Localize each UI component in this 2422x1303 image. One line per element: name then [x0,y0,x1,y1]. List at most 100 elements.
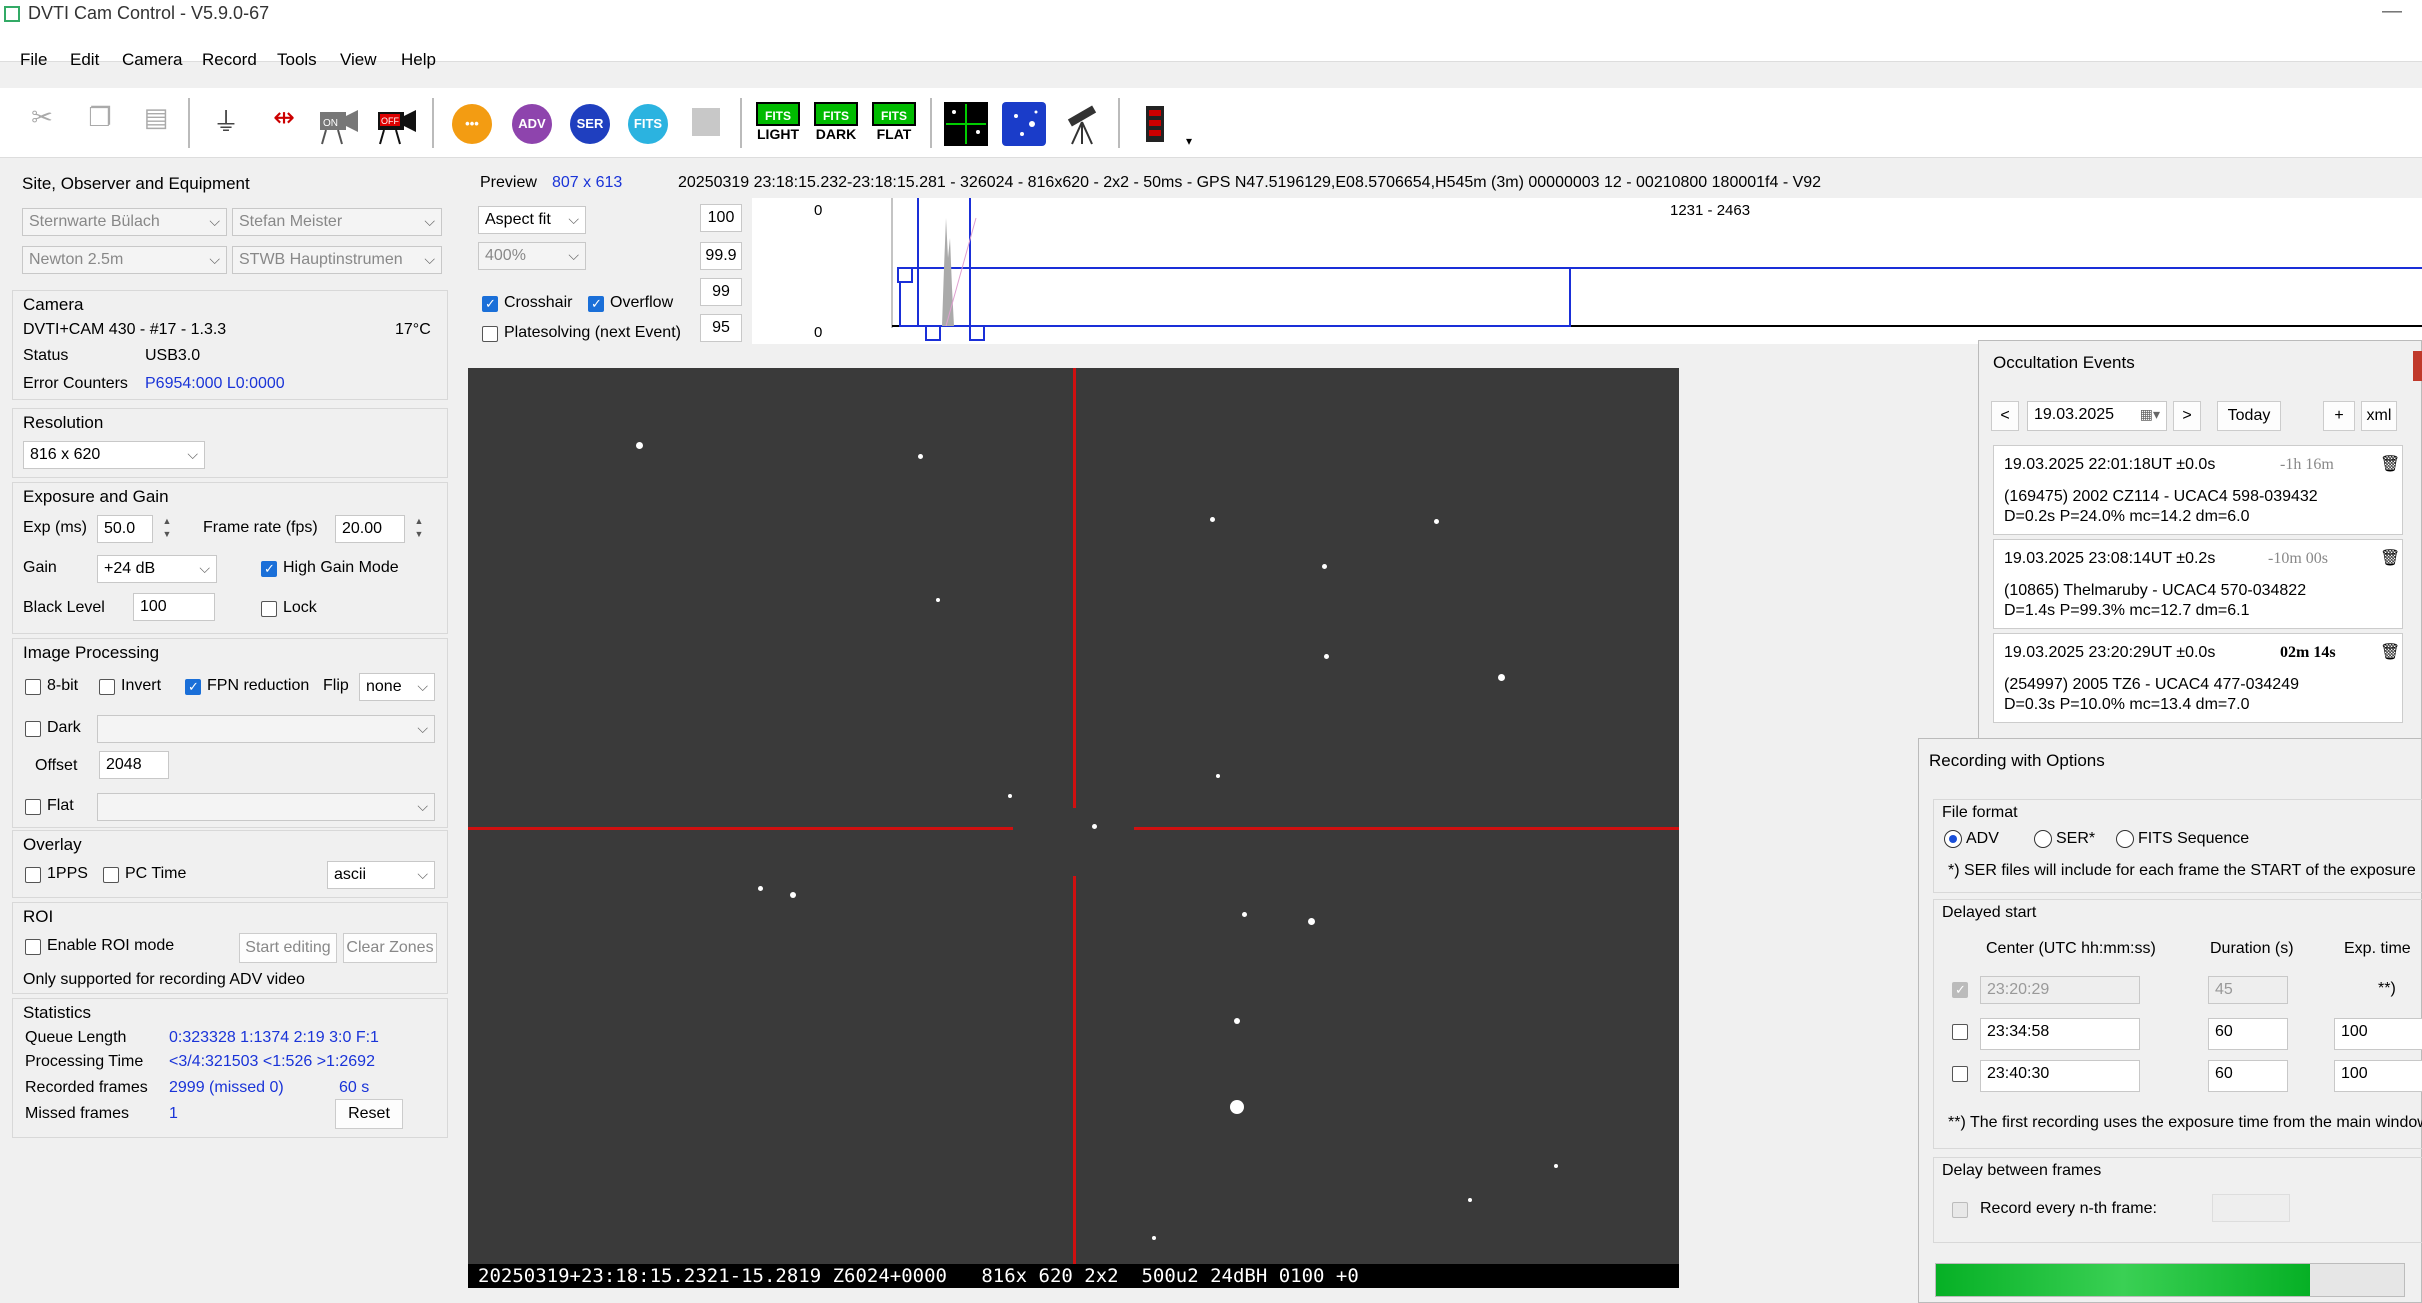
resolution-select[interactable]: 816 x 620 ⌵ [23,441,205,469]
exp-input[interactable]: 50.0 [97,515,153,543]
flip-select[interactable]: none ⌵ [359,673,435,701]
roi-enable-checkbox[interactable] [25,939,41,955]
zoom-select[interactable]: 400% ⌵ [478,242,586,270]
next-date-button[interactable]: > [2173,401,2201,431]
dark-file-select[interactable]: ⌵ [97,715,435,743]
fpn-checkbox[interactable] [185,679,201,695]
cut-icon[interactable]: ✂ [20,102,64,146]
connect-icon[interactable]: ⏚ [204,102,248,146]
level-95-input[interactable]: 95 [700,314,742,342]
nth-frame-label: Record every n-th frame: [1980,1200,2157,1217]
menu-view[interactable]: View [340,50,377,70]
trash-icon[interactable]: 🗑 [2380,548,2400,568]
telescope-select[interactable]: Newton 2.5m ⌵ [22,246,227,274]
fits-flat-button[interactable]: FITS FLAT [872,102,916,146]
row3-checkbox[interactable] [1952,1066,1968,1082]
xml-button[interactable]: xml [2361,401,2397,431]
overlay-format-select[interactable]: ascii ⌵ [327,861,435,889]
lock-checkbox[interactable] [261,601,277,617]
1pps-checkbox[interactable] [25,867,41,883]
row2-exp-input[interactable]: 100 [2334,1018,2422,1050]
add-event-button[interactable]: + [2323,401,2355,431]
level-99-9-input[interactable]: 99.9 [700,242,742,270]
paste-icon[interactable]: ▤ [134,102,178,146]
row1-center-input[interactable]: 23:20:29 [1980,976,2140,1004]
toolbar-overflow-icon[interactable]: ▾ [1186,134,1192,148]
flat-file-select[interactable]: ⌵ [97,793,435,821]
menu-camera[interactable]: Camera [122,50,182,70]
menu-file[interactable]: File [20,50,47,70]
today-button[interactable]: Today [2217,401,2281,431]
observer-select[interactable]: Stefan Meister ⌵ [232,208,442,236]
row3-center-input[interactable]: 23:40:30 [1980,1060,2140,1092]
fps-spinner-icon[interactable]: ▲ ▼ [409,515,429,543]
reset-button[interactable]: Reset [335,1099,403,1129]
high-gain-checkbox[interactable] [261,561,277,577]
stop-icon[interactable] [692,108,720,136]
row2-center-input[interactable]: 23:34:58 [1980,1018,2140,1050]
event-item-selected[interactable]: 19.03.2025 23:20:29UT ±0.0s 02m 14s 🗑 (2… [1993,633,2403,723]
site-select[interactable]: Sternwarte Bülach ⌵ [22,208,227,236]
fps-input[interactable]: 20.00 [335,515,405,543]
date-picker[interactable]: 19.03.2025 ▦▾ [2027,401,2167,431]
row2-checkbox[interactable] [1952,1024,1968,1040]
8bit-checkbox[interactable] [25,679,41,695]
disconnect-icon[interactable]: ⇹ [262,102,306,146]
crosshair-view-icon[interactable] [944,102,988,146]
telescope-value: Newton 2.5m [29,251,124,268]
menu-help[interactable]: Help [401,50,436,70]
event-item[interactable]: 19.03.2025 23:08:14UT ±0.2s -10m 00s 🗑 (… [1993,539,2403,629]
flat-checkbox[interactable] [25,799,41,815]
histogram[interactable]: 0 0 1231 - 2463 [752,198,2422,344]
level-100-input[interactable]: 100 [700,204,742,232]
level-99-input[interactable]: 99 [700,278,742,306]
instrument-select[interactable]: STWB Hauptinstrumen ⌵ [232,246,442,274]
menu-tools[interactable]: Tools [277,50,317,70]
fits-radio[interactable] [2116,830,2134,848]
fits-light-button[interactable]: FITS LIGHT [756,102,800,146]
nth-frame-input[interactable] [2212,1194,2290,1222]
close-icon[interactable] [2413,351,2422,381]
adv-radio[interactable] [1944,830,1962,848]
ser-radio[interactable] [2034,830,2052,848]
trash-icon[interactable]: 🗑 [2380,454,2400,474]
clear-zones-button[interactable]: Clear Zones [343,933,437,963]
offset-input[interactable]: 2048 [99,751,169,779]
platesolve-checkbox[interactable] [482,326,498,342]
gain-select[interactable]: +24 dB ⌵ [97,555,217,583]
event-item[interactable]: 19.03.2025 22:01:18UT ±0.0s -1h 16m 🗑 (1… [1993,445,2403,535]
star-map-icon[interactable] [1002,102,1046,146]
row1-checkbox[interactable] [1952,982,1968,998]
menu-edit[interactable]: Edit [70,50,99,70]
row3-exp-input[interactable]: 100 [2334,1060,2422,1092]
row3-duration-input[interactable]: 60 [2208,1060,2288,1092]
8bit-label: 8-bit [47,677,79,694]
fit-mode-select[interactable]: Aspect fit ⌵ [478,206,586,234]
trash-icon[interactable]: 🗑 [2380,642,2400,662]
camera-on-icon[interactable]: ON [318,102,362,146]
exp-spinner-icon[interactable]: ▲ ▼ [157,515,177,543]
hardware-icon[interactable] [1134,102,1178,146]
menu-record[interactable]: Record [202,50,257,70]
camera-off-icon[interactable]: OFF [376,102,420,146]
invert-checkbox[interactable] [99,679,115,695]
record-adv-icon[interactable]: ADV [512,104,552,144]
crosshair-checkbox[interactable] [482,296,498,312]
overflow-checkbox[interactable] [588,296,604,312]
camera-preview[interactable]: 20250319+23:18:15.2321-15.2819 Z6024+000… [468,368,1679,1288]
row2-duration-input[interactable]: 60 [2208,1018,2288,1050]
minimize-icon[interactable]: — [2382,0,2402,23]
telescope-icon[interactable] [1060,102,1104,146]
start-editing-button[interactable]: Start editing [239,933,337,963]
black-level-input[interactable]: 100 [133,593,215,621]
nth-frame-checkbox[interactable] [1952,1202,1968,1218]
row1-duration-input[interactable]: 45 [2208,976,2288,1004]
record-fits-icon[interactable]: FITS [628,104,668,144]
pc-time-checkbox[interactable] [103,867,119,883]
record-ser-icon[interactable]: SER [570,104,610,144]
copy-icon[interactable]: ❐ [78,102,122,146]
fits-dark-button[interactable]: FITS DARK [814,102,858,146]
prev-date-button[interactable]: < [1991,401,2019,431]
more-options-icon[interactable]: ••• [452,104,492,144]
dark-checkbox[interactable] [25,721,41,737]
